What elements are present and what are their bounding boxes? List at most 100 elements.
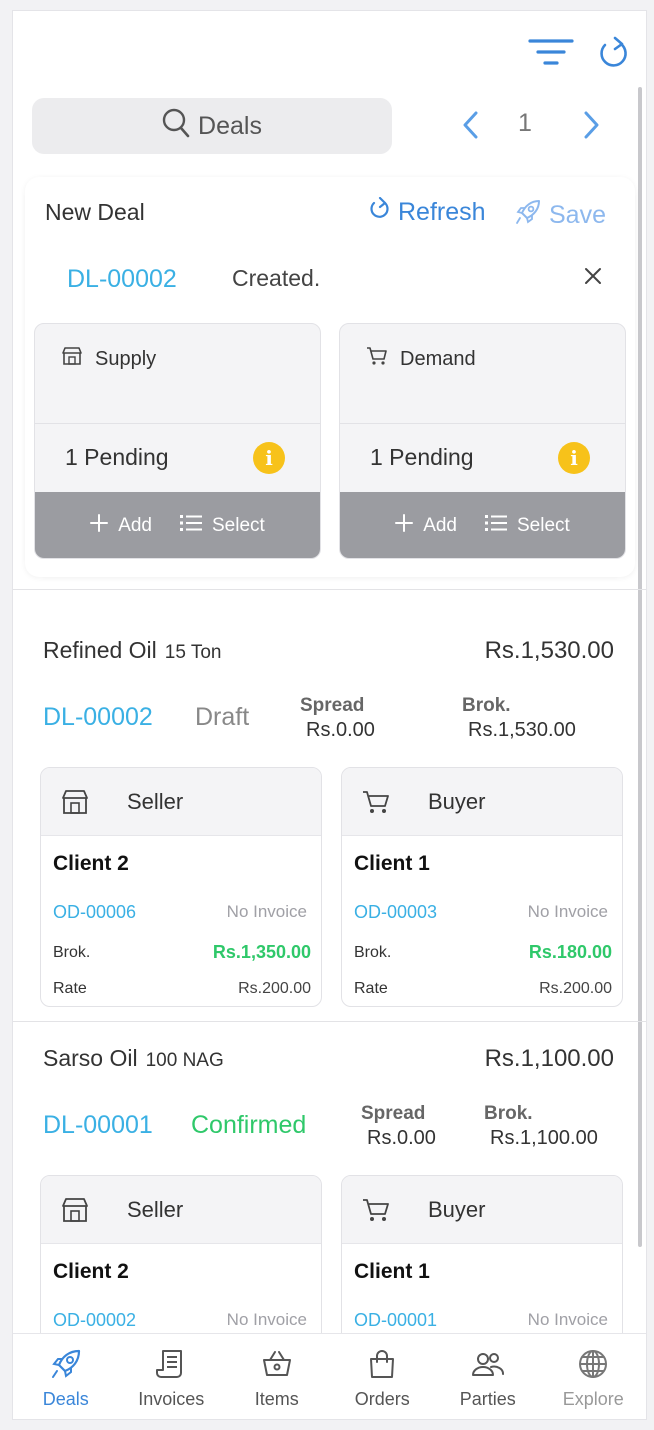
rate-label: Rate xyxy=(354,980,388,997)
brokerage-label: Brok. xyxy=(53,944,91,961)
supply-add-button[interactable]: Add xyxy=(90,514,152,538)
seller-header: Seller xyxy=(41,768,321,836)
save-button[interactable]: Save xyxy=(515,199,606,232)
demand-select-button[interactable]: Select xyxy=(485,515,570,537)
order-id[interactable]: OD-00001 xyxy=(354,1310,437,1331)
list-icon xyxy=(485,515,507,537)
cart-icon xyxy=(366,346,388,372)
nav-invoices[interactable]: Invoices xyxy=(119,1334,225,1419)
spread-column: Spread Rs.0.00 xyxy=(300,695,375,742)
filter-icon[interactable] xyxy=(527,37,575,69)
nav-deals[interactable]: Deals xyxy=(13,1334,119,1419)
brokerage-value: Rs.1,100.00 xyxy=(490,1127,598,1149)
add-label: Add xyxy=(118,515,152,536)
refresh-icon[interactable] xyxy=(593,33,633,73)
new-deal-title: New Deal xyxy=(45,199,145,225)
product-name: Sarso Oil xyxy=(43,1045,138,1071)
brokerage-value: Rs.1,530.00 xyxy=(468,719,576,741)
brokerage-label: Brok. xyxy=(484,1103,533,1124)
new-deal-id[interactable]: DL-00002 xyxy=(67,265,177,294)
store-icon xyxy=(59,789,91,815)
info-icon[interactable]: i xyxy=(253,442,285,474)
order-id[interactable]: OD-00002 xyxy=(53,1310,136,1331)
invoice-status: No Invoice xyxy=(226,1310,307,1329)
refresh-button[interactable]: Refresh xyxy=(368,196,486,228)
product-quantity: 15 Ton xyxy=(164,642,222,663)
deal-status: Draft xyxy=(195,703,250,731)
previous-page-icon[interactable] xyxy=(457,109,483,141)
select-label: Select xyxy=(517,515,570,536)
top-bar xyxy=(13,11,646,91)
supply-label: Supply xyxy=(95,347,157,370)
globe-icon xyxy=(577,1348,609,1385)
nav-label: Parties xyxy=(459,1389,516,1409)
deal-amount: Rs.1,100.00 xyxy=(484,1045,614,1072)
close-icon[interactable] xyxy=(580,263,606,289)
nav-items[interactable]: Items xyxy=(224,1334,330,1419)
nav-explore[interactable]: Explore xyxy=(541,1334,647,1419)
order-id[interactable]: OD-00006 xyxy=(53,902,136,923)
store-icon xyxy=(59,1197,91,1223)
nav-label: Invoices xyxy=(138,1389,205,1409)
seller-card[interactable]: Seller Client 2 OD-00006 No Invoice Brok… xyxy=(40,767,322,1007)
rate-label: Rate xyxy=(53,980,87,997)
invoice-status: No Invoice xyxy=(226,902,307,921)
new-deal-card: New Deal Refresh Save DL-00002 Created. xyxy=(25,177,635,577)
seller-label: Seller xyxy=(127,788,184,814)
deal-product: Refined Oil 15 Ton xyxy=(43,637,221,664)
supply-card: Supply 1 Pending i Add Select xyxy=(34,323,321,559)
nav-label: Explore xyxy=(562,1389,624,1409)
spread-label: Spread xyxy=(300,695,365,716)
deal-id[interactable]: DL-00002 xyxy=(43,703,153,732)
page-number: 1 xyxy=(518,109,532,137)
next-page-icon[interactable] xyxy=(579,109,605,141)
spread-value: Rs.0.00 xyxy=(306,719,375,741)
bottom-nav: Deals Invoices Items Orders Parties Expl… xyxy=(13,1333,647,1419)
brokerage-label: Brok. xyxy=(462,695,511,716)
receipt-icon xyxy=(155,1348,187,1385)
search-input[interactable]: Deals xyxy=(32,98,392,154)
nav-label: Orders xyxy=(354,1389,410,1409)
search-placeholder: Deals xyxy=(198,111,262,140)
supply-actions: Add Select xyxy=(35,492,320,558)
save-label: Save xyxy=(549,201,606,229)
demand-actions: Add Select xyxy=(340,492,625,558)
supply-select-button[interactable]: Select xyxy=(180,515,265,537)
add-label: Add xyxy=(423,515,457,536)
rate-value: Rs.200.00 xyxy=(539,980,612,997)
demand-add-button[interactable]: Add xyxy=(395,514,457,538)
rocket-icon xyxy=(50,1348,82,1385)
cart-icon xyxy=(360,789,392,815)
divider xyxy=(13,1021,646,1022)
demand-header: Demand xyxy=(340,324,625,424)
cart-icon xyxy=(360,1197,392,1223)
people-icon xyxy=(471,1348,505,1385)
rocket-icon xyxy=(515,199,541,232)
deal-card[interactable]: Refined Oil 15 Ton Rs.1,530.00 DL-00002 D… xyxy=(13,637,646,1017)
nav-label: Deals xyxy=(42,1389,89,1409)
basket-icon xyxy=(261,1348,293,1385)
order-id[interactable]: OD-00003 xyxy=(354,902,437,923)
plus-icon xyxy=(90,514,109,538)
info-icon[interactable]: i xyxy=(558,442,590,474)
store-icon xyxy=(61,346,83,372)
deal-amount: Rs.1,530.00 xyxy=(484,637,614,664)
divider xyxy=(13,589,646,590)
seller-header: Seller xyxy=(41,1176,321,1244)
bag-icon xyxy=(366,1348,398,1385)
demand-card: Demand 1 Pending i Add Select xyxy=(339,323,626,559)
product-name: Refined Oil xyxy=(43,637,157,663)
deal-id[interactable]: DL-00001 xyxy=(43,1111,153,1140)
buyer-label: Buyer xyxy=(428,788,486,814)
supply-pending-row: 1 Pending i xyxy=(35,424,320,492)
deal-product: Sarso Oil 100 NAG xyxy=(43,1045,224,1072)
client-name: Client 2 xyxy=(53,1260,129,1283)
nav-orders[interactable]: Orders xyxy=(330,1334,436,1419)
nav-parties[interactable]: Parties xyxy=(435,1334,541,1419)
brokerage-label: Brok. xyxy=(354,944,392,961)
product-quantity: 100 NAG xyxy=(145,1050,224,1071)
deal-card[interactable]: Sarso Oil 100 NAG Rs.1,100.00 DL-00001 Co… xyxy=(13,1045,646,1415)
demand-label: Demand xyxy=(400,347,476,370)
buyer-card[interactable]: Buyer Client 1 OD-00003 No Invoice Brok.… xyxy=(341,767,623,1007)
supply-pending: 1 Pending xyxy=(65,444,169,470)
